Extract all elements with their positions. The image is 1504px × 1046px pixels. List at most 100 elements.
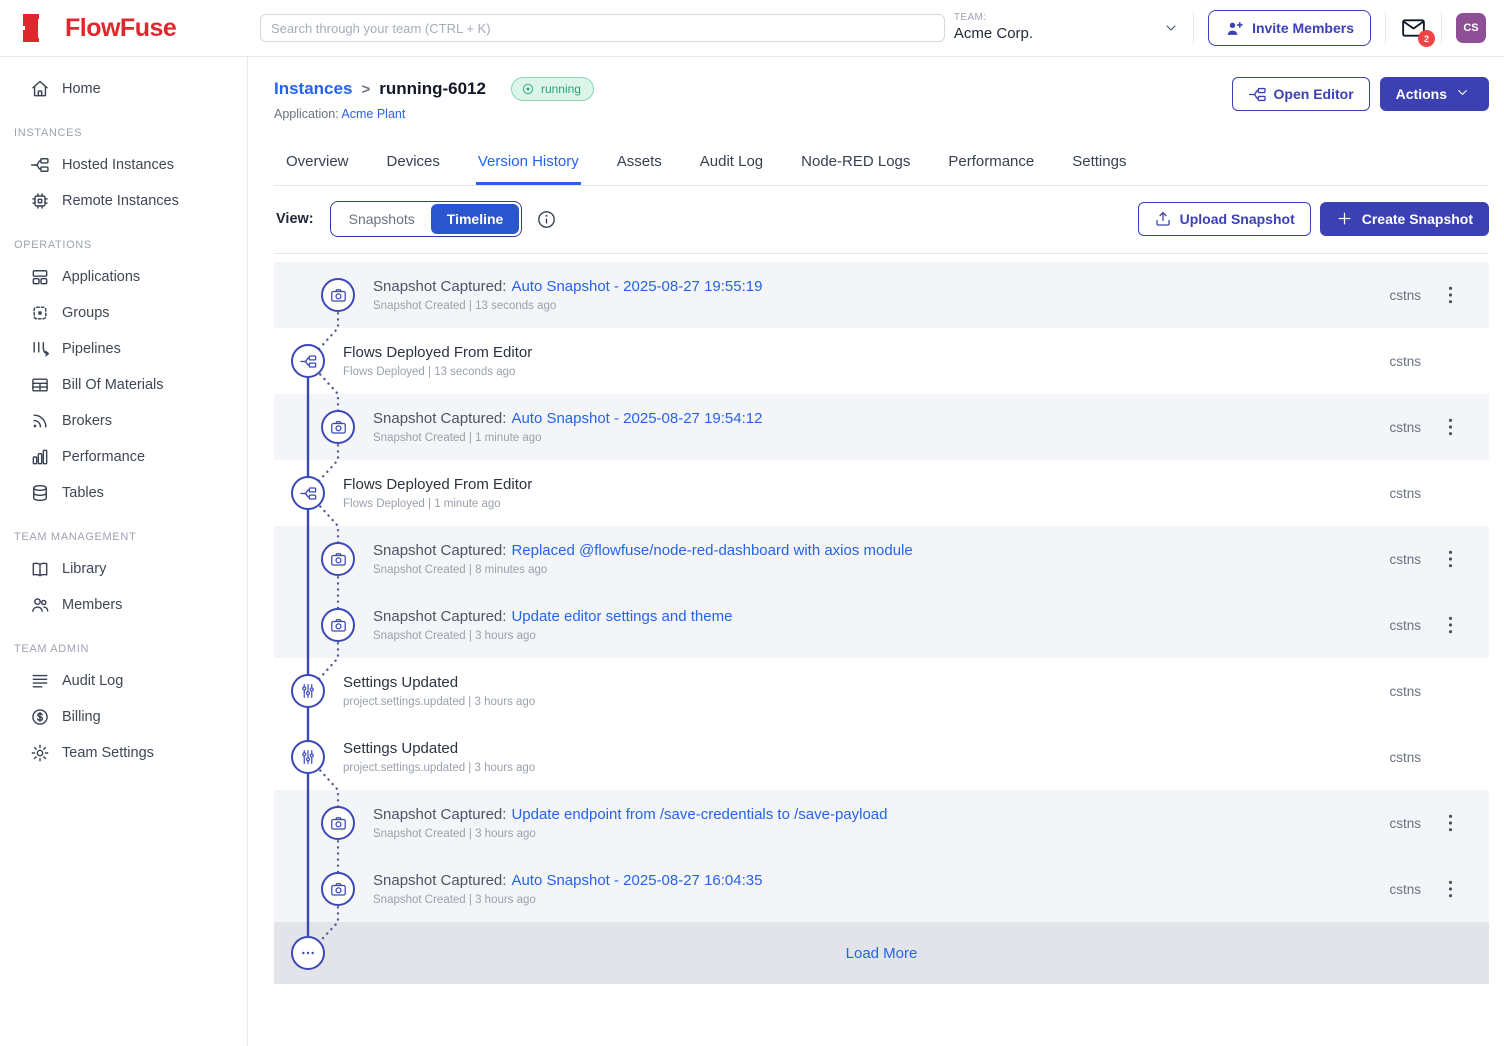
camera-icon	[321, 542, 355, 576]
toggle-snapshots[interactable]: Snapshots	[333, 204, 431, 234]
chevron-down-icon	[1455, 85, 1473, 103]
actions-label: Actions	[1396, 86, 1447, 102]
tab-assets[interactable]: Assets	[615, 145, 664, 185]
upload-snapshot-label: Upload Snapshot	[1180, 211, 1295, 227]
divider	[1385, 13, 1386, 43]
row-user: cstns	[1389, 882, 1421, 897]
tab-settings[interactable]: Settings	[1070, 145, 1128, 185]
sidebar-item-hosted-instances[interactable]: Hosted Instances	[0, 147, 247, 183]
sidebar-item-label: Members	[62, 597, 122, 613]
kebab-menu-icon[interactable]	[1442, 547, 1458, 571]
snapshot-prefix: Snapshot Captured:	[373, 872, 506, 889]
team-search	[260, 14, 945, 42]
notifications-button[interactable]: 2	[1400, 16, 1427, 40]
snapshot-link[interactable]: Replaced @flowfuse/node-red-dashboard wi…	[511, 542, 912, 559]
row-user: cstns	[1389, 684, 1421, 699]
running-dot-icon	[521, 82, 535, 96]
timeline-list: Snapshot Captured: Auto Snapshot - 2025-0…	[274, 262, 1489, 984]
event-title: Flows Deployed From Editor	[343, 476, 532, 493]
row-meta: Snapshot Created | 3 hours ago	[373, 828, 888, 840]
application-label: Application:	[274, 107, 339, 121]
kebab-menu-icon[interactable]	[1442, 877, 1458, 901]
book-icon	[30, 559, 50, 579]
upload-icon	[1154, 210, 1172, 228]
sidebar-item-performance[interactable]: Performance	[0, 439, 247, 475]
sidebar-item-home[interactable]: Home	[0, 71, 247, 107]
sidebar-item-label: Audit Log	[62, 673, 123, 689]
sidebar-item-audit-log[interactable]: Audit Log	[0, 663, 247, 699]
sidebar-item-label: Brokers	[62, 413, 112, 429]
divider	[1441, 13, 1442, 43]
timeline-row-event: Flows Deployed From Editor Flows Deploye…	[274, 460, 1489, 526]
team-label: TEAM:	[954, 12, 1033, 25]
info-icon[interactable]	[536, 209, 557, 230]
actions-button[interactable]: Actions	[1380, 77, 1489, 111]
team-selector[interactable]: TEAM: Acme Corp.	[954, 12, 1179, 43]
event-title: Settings Updated	[343, 740, 535, 757]
user-plus-icon	[1225, 19, 1244, 38]
upload-snapshot-button[interactable]: Upload Snapshot	[1138, 202, 1311, 236]
sidebar-item-label: Library	[62, 561, 106, 577]
tab-version-history[interactable]: Version History	[476, 145, 581, 185]
sidebar-item-groups[interactable]: Groups	[0, 295, 247, 331]
create-snapshot-button[interactable]: Create Snapshot	[1320, 202, 1489, 236]
row-user: cstns	[1389, 354, 1421, 369]
snapshot-link[interactable]: Auto Snapshot - 2025-08-27 16:04:35	[511, 872, 762, 889]
sidebar-item-brokers[interactable]: Brokers	[0, 403, 247, 439]
application-link[interactable]: Acme Plant	[341, 107, 405, 121]
camera-icon	[321, 608, 355, 642]
notification-count-badge: 2	[1418, 30, 1435, 47]
breadcrumb-instances-link[interactable]: Instances	[274, 79, 352, 99]
snapshot-prefix: Snapshot Captured:	[373, 542, 506, 559]
node-red-flow-icon	[30, 155, 50, 175]
snapshot-link[interactable]: Update editor settings and theme	[511, 608, 732, 625]
tab-overview[interactable]: Overview	[284, 145, 351, 185]
sidebar-item-label: Remote Instances	[62, 193, 179, 209]
load-more-button[interactable]: Load More	[846, 945, 918, 962]
timeline-row-snapshot: Snapshot Captured:Update endpoint from /…	[274, 790, 1489, 856]
snapshot-link[interactable]: Auto Snapshot - 2025-08-27 19:55:19	[511, 278, 762, 295]
sidebar-item-label: Performance	[62, 449, 145, 465]
kebab-menu-icon[interactable]	[1442, 283, 1458, 307]
toggle-timeline[interactable]: Timeline	[431, 204, 520, 234]
sidebar-item-applications[interactable]: Applications	[0, 259, 247, 295]
breadcrumb: Instances > running-6012 running	[274, 77, 594, 101]
row-meta: Snapshot Created | 3 hours ago	[373, 630, 732, 642]
timeline-load-more-row: Load More	[274, 922, 1489, 984]
sidebar: Home INSTANCES Hosted Instances Remote I…	[0, 57, 248, 1046]
snapshot-prefix: Snapshot Captured:	[373, 410, 506, 427]
open-editor-button[interactable]: Open Editor	[1232, 77, 1370, 111]
tab-performance[interactable]: Performance	[946, 145, 1036, 185]
sidebar-item-bill-of-materials[interactable]: Bill Of Materials	[0, 367, 247, 403]
status-label: running	[541, 82, 581, 96]
tab-devices[interactable]: Devices	[385, 145, 442, 185]
search-input[interactable]	[260, 14, 945, 42]
dollar-circle-icon	[30, 707, 50, 727]
sidebar-item-tables[interactable]: Tables	[0, 475, 247, 511]
pipelines-icon	[30, 339, 50, 359]
flowfuse-logo[interactable]: FlowFuse	[0, 13, 248, 43]
tab-audit-log[interactable]: Audit Log	[698, 145, 765, 185]
users-icon	[30, 595, 50, 615]
sidebar-item-remote-instances[interactable]: Remote Instances	[0, 183, 247, 219]
sidebar-item-billing[interactable]: Billing	[0, 699, 247, 735]
kebab-menu-icon[interactable]	[1442, 613, 1458, 637]
sidebar-item-team-settings[interactable]: Team Settings	[0, 735, 247, 771]
sidebar-item-pipelines[interactable]: Pipelines	[0, 331, 247, 367]
user-avatar[interactable]: CS	[1456, 13, 1486, 43]
version-history-toolbar: View: Snapshots Timeline Upload Snapshot…	[274, 186, 1489, 254]
tab-node-red-logs[interactable]: Node-RED Logs	[799, 145, 912, 185]
snapshot-link[interactable]: Update endpoint from /save-credentials t…	[511, 806, 887, 823]
view-toggle: Snapshots Timeline	[330, 201, 523, 237]
sidebar-item-library[interactable]: Library	[0, 551, 247, 587]
snapshot-link[interactable]: Auto Snapshot - 2025-08-27 19:54:12	[511, 410, 762, 427]
kebab-menu-icon[interactable]	[1442, 811, 1458, 835]
sidebar-item-members[interactable]: Members	[0, 587, 247, 623]
invite-members-button[interactable]: Invite Members	[1208, 10, 1371, 46]
kebab-menu-icon[interactable]	[1442, 415, 1458, 439]
sidebar-item-label: Home	[62, 81, 101, 97]
chevron-down-icon	[1163, 20, 1179, 36]
invite-members-label: Invite Members	[1252, 20, 1354, 36]
row-user: cstns	[1389, 288, 1421, 303]
open-editor-label: Open Editor	[1274, 86, 1354, 102]
